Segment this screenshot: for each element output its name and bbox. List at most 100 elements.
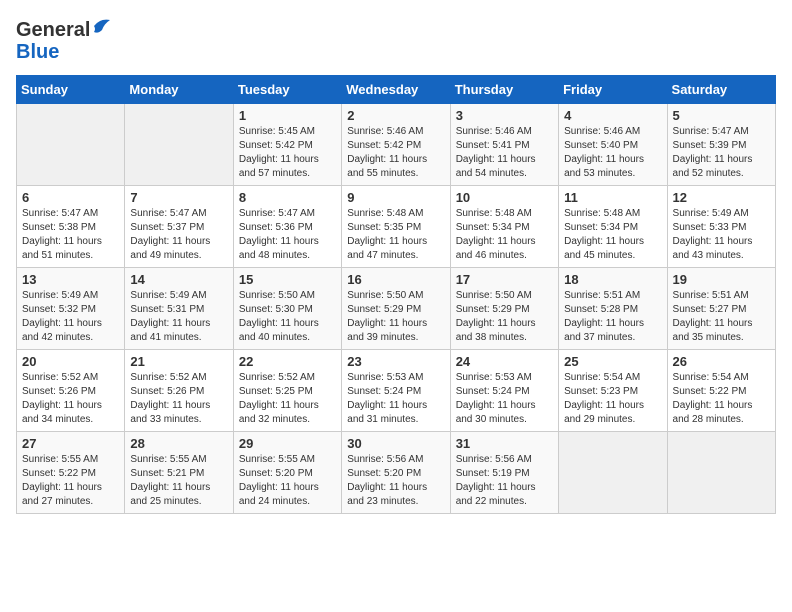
day-number: 2 xyxy=(347,108,444,123)
day-info: Sunrise: 5:45 AMSunset: 5:42 PMDaylight:… xyxy=(239,125,336,181)
calendar-cell: 13 Sunrise: 5:49 AMSunset: 5:32 PMDayligh… xyxy=(17,268,125,350)
calendar-cell: 31Sunrise: 5:56 AMSunset: 5:19 PMDayligh… xyxy=(450,432,558,514)
calendar-week-1: 6 Sunrise: 5:47 AMSunset: 5:38 PMDaylight… xyxy=(17,186,776,268)
col-header-friday: Friday xyxy=(559,76,667,104)
day-info: Sunrise: 5:50 AMSunset: 5:29 PMDaylight:… xyxy=(347,289,444,345)
col-header-tuesday: Tuesday xyxy=(233,76,341,104)
day-info: Sunrise: 5:50 AMSunset: 5:30 PMDaylight:… xyxy=(239,289,336,345)
calendar-cell: 9 Sunrise: 5:48 AMSunset: 5:35 PMDaylight… xyxy=(342,186,450,268)
calendar-cell: 1 Sunrise: 5:45 AMSunset: 5:42 PMDaylight… xyxy=(233,104,341,186)
day-info: Sunrise: 5:49 AMSunset: 5:31 PMDaylight:… xyxy=(130,289,227,345)
calendar-cell: 11 Sunrise: 5:48 AMSunset: 5:34 PMDayligh… xyxy=(559,186,667,268)
day-number: 5 xyxy=(673,108,770,123)
day-number: 28 xyxy=(130,436,227,451)
calendar-cell: 6 Sunrise: 5:47 AMSunset: 5:38 PMDaylight… xyxy=(17,186,125,268)
logo-bird-icon xyxy=(92,16,112,36)
day-info: Sunrise: 5:54 AMSunset: 5:23 PMDaylight:… xyxy=(564,371,661,427)
day-info: Sunrise: 5:49 AMSunset: 5:32 PMDaylight:… xyxy=(22,289,119,345)
day-info: Sunrise: 5:52 AMSunset: 5:25 PMDaylight:… xyxy=(239,371,336,427)
day-number: 11 xyxy=(564,190,661,205)
logo-blue: Blue xyxy=(16,41,59,63)
day-info: Sunrise: 5:55 AMSunset: 5:20 PMDaylight:… xyxy=(239,453,336,509)
calendar-cell: 25 Sunrise: 5:54 AMSunset: 5:23 PMDayligh… xyxy=(559,350,667,432)
calendar-cell: 5Sunrise: 5:47 AMSunset: 5:39 PMDaylight… xyxy=(667,104,775,186)
calendar-cell xyxy=(559,432,667,514)
calendar-cell: 7Sunrise: 5:47 AMSunset: 5:37 PMDaylight… xyxy=(125,186,233,268)
day-info: Sunrise: 5:46 AMSunset: 5:42 PMDaylight:… xyxy=(347,125,444,181)
col-header-wednesday: Wednesday xyxy=(342,76,450,104)
day-info: Sunrise: 5:54 AMSunset: 5:22 PMDaylight:… xyxy=(673,371,770,427)
day-number: 4 xyxy=(564,108,661,123)
day-number: 22 xyxy=(239,354,336,369)
calendar-cell: 3 Sunrise: 5:46 AMSunset: 5:41 PMDaylight… xyxy=(450,104,558,186)
calendar-cell: 20 Sunrise: 5:52 AMSunset: 5:26 PMDayligh… xyxy=(17,350,125,432)
day-info: Sunrise: 5:49 AMSunset: 5:33 PMDaylight:… xyxy=(673,207,770,263)
day-number: 8 xyxy=(239,190,336,205)
calendar-week-0: 1 Sunrise: 5:45 AMSunset: 5:42 PMDaylight… xyxy=(17,104,776,186)
calendar-cell: 29 Sunrise: 5:55 AMSunset: 5:20 PMDayligh… xyxy=(233,432,341,514)
day-number: 15 xyxy=(239,272,336,287)
day-number: 10 xyxy=(456,190,553,205)
day-number: 17 xyxy=(456,272,553,287)
calendar-cell: 14Sunrise: 5:49 AMSunset: 5:31 PMDayligh… xyxy=(125,268,233,350)
day-info: Sunrise: 5:53 AMSunset: 5:24 PMDaylight:… xyxy=(456,371,553,427)
day-number: 3 xyxy=(456,108,553,123)
header-row: SundayMondayTuesdayWednesdayThursdayFrid… xyxy=(17,76,776,104)
day-info: Sunrise: 5:50 AMSunset: 5:29 PMDaylight:… xyxy=(456,289,553,345)
day-number: 1 xyxy=(239,108,336,123)
day-number: 6 xyxy=(22,190,119,205)
day-info: Sunrise: 5:46 AMSunset: 5:41 PMDaylight:… xyxy=(456,125,553,181)
day-number: 12 xyxy=(673,190,770,205)
day-info: Sunrise: 5:46 AMSunset: 5:40 PMDaylight:… xyxy=(564,125,661,181)
day-info: Sunrise: 5:55 AMSunset: 5:22 PMDaylight:… xyxy=(22,453,119,509)
col-header-sunday: Sunday xyxy=(17,76,125,104)
calendar-week-3: 20 Sunrise: 5:52 AMSunset: 5:26 PMDayligh… xyxy=(17,350,776,432)
calendar-cell: 10Sunrise: 5:48 AMSunset: 5:34 PMDayligh… xyxy=(450,186,558,268)
calendar-week-4: 27 Sunrise: 5:55 AMSunset: 5:22 PMDayligh… xyxy=(17,432,776,514)
day-number: 29 xyxy=(239,436,336,451)
day-info: Sunrise: 5:56 AMSunset: 5:19 PMDaylight:… xyxy=(456,453,553,509)
calendar-cell xyxy=(17,104,125,186)
logo-general: General xyxy=(16,19,90,41)
calendar-cell: 2 Sunrise: 5:46 AMSunset: 5:42 PMDaylight… xyxy=(342,104,450,186)
day-number: 9 xyxy=(347,190,444,205)
calendar-table: SundayMondayTuesdayWednesdayThursdayFrid… xyxy=(16,75,776,514)
day-info: Sunrise: 5:51 AMSunset: 5:28 PMDaylight:… xyxy=(564,289,661,345)
day-info: Sunrise: 5:52 AMSunset: 5:26 PMDaylight:… xyxy=(130,371,227,427)
day-number: 25 xyxy=(564,354,661,369)
day-info: Sunrise: 5:47 AMSunset: 5:38 PMDaylight:… xyxy=(22,207,119,263)
day-number: 30 xyxy=(347,436,444,451)
day-number: 21 xyxy=(130,354,227,369)
logo: General Blue xyxy=(16,16,112,63)
logo-text: General Blue xyxy=(16,16,112,63)
calendar-cell: 30Sunrise: 5:56 AMSunset: 5:20 PMDayligh… xyxy=(342,432,450,514)
calendar-cell: 4 Sunrise: 5:46 AMSunset: 5:40 PMDaylight… xyxy=(559,104,667,186)
calendar-cell: 18Sunrise: 5:51 AMSunset: 5:28 PMDayligh… xyxy=(559,268,667,350)
day-number: 19 xyxy=(673,272,770,287)
day-info: Sunrise: 5:53 AMSunset: 5:24 PMDaylight:… xyxy=(347,371,444,427)
day-number: 20 xyxy=(22,354,119,369)
day-number: 13 xyxy=(22,272,119,287)
calendar-cell: 16 Sunrise: 5:50 AMSunset: 5:29 PMDayligh… xyxy=(342,268,450,350)
calendar-cell: 28 Sunrise: 5:55 AMSunset: 5:21 PMDayligh… xyxy=(125,432,233,514)
calendar-cell xyxy=(667,432,775,514)
col-header-thursday: Thursday xyxy=(450,76,558,104)
day-info: Sunrise: 5:55 AMSunset: 5:21 PMDaylight:… xyxy=(130,453,227,509)
calendar-week-2: 13 Sunrise: 5:49 AMSunset: 5:32 PMDayligh… xyxy=(17,268,776,350)
calendar-cell: 8Sunrise: 5:47 AMSunset: 5:36 PMDaylight… xyxy=(233,186,341,268)
calendar-cell: 17 Sunrise: 5:50 AMSunset: 5:29 PMDayligh… xyxy=(450,268,558,350)
day-info: Sunrise: 5:48 AMSunset: 5:35 PMDaylight:… xyxy=(347,207,444,263)
day-info: Sunrise: 5:47 AMSunset: 5:37 PMDaylight:… xyxy=(130,207,227,263)
day-info: Sunrise: 5:48 AMSunset: 5:34 PMDaylight:… xyxy=(564,207,661,263)
day-number: 27 xyxy=(22,436,119,451)
day-info: Sunrise: 5:52 AMSunset: 5:26 PMDaylight:… xyxy=(22,371,119,427)
day-number: 16 xyxy=(347,272,444,287)
calendar-cell: 15 Sunrise: 5:50 AMSunset: 5:30 PMDayligh… xyxy=(233,268,341,350)
calendar-cell: 26 Sunrise: 5:54 AMSunset: 5:22 PMDayligh… xyxy=(667,350,775,432)
day-number: 26 xyxy=(673,354,770,369)
calendar-cell xyxy=(125,104,233,186)
col-header-saturday: Saturday xyxy=(667,76,775,104)
day-number: 24 xyxy=(456,354,553,369)
calendar-cell: 19Sunrise: 5:51 AMSunset: 5:27 PMDayligh… xyxy=(667,268,775,350)
calendar-cell: 12 Sunrise: 5:49 AMSunset: 5:33 PMDayligh… xyxy=(667,186,775,268)
